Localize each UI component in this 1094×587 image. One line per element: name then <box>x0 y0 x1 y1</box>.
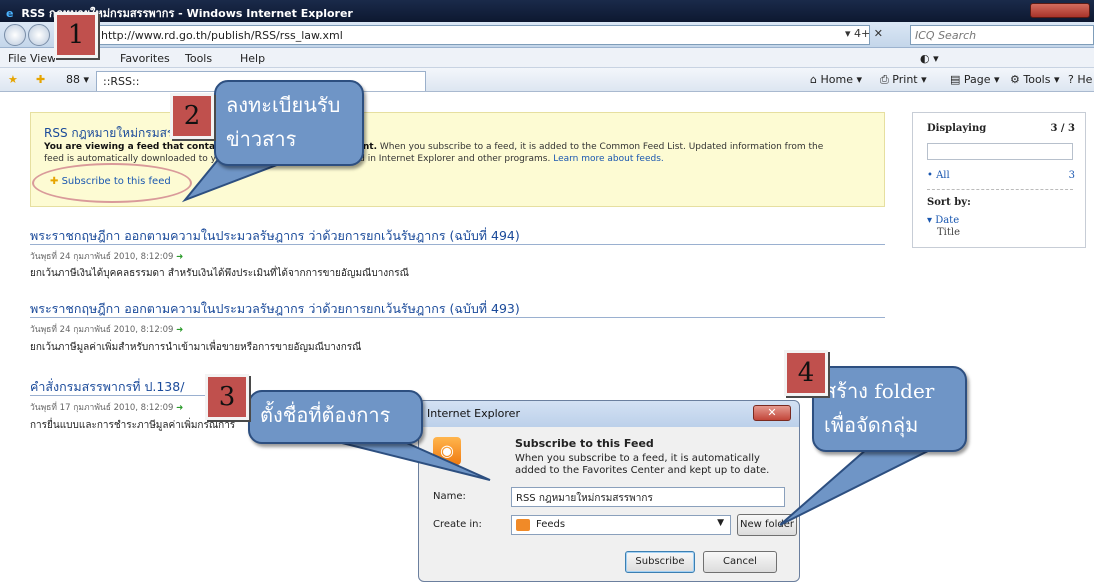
quick-tabs-button[interactable]: 88 ▾ <box>66 73 89 86</box>
cancel-button[interactable]: Cancel <box>703 551 777 573</box>
command-bar: ★ ✚ 88 ▾ ::RSS:: ⌂ Home ▾ ⎙ Print ▾ ▤ Pa… <box>0 68 1094 92</box>
article-divider <box>30 395 220 396</box>
new-folder-button[interactable]: New folder <box>737 514 797 536</box>
search-input[interactable]: ICQ Search <box>910 25 1094 45</box>
callout-2-line2: ข่าวสาร <box>226 127 297 151</box>
help-label: He <box>1077 73 1093 86</box>
step-number-3: 3 <box>205 374 249 420</box>
create-in-value: Feeds <box>536 519 566 530</box>
menu-tools[interactable]: Tools <box>185 52 212 65</box>
go-arrow-icon[interactable]: ➜ <box>176 252 183 262</box>
feeds-folder-icon <box>516 519 530 531</box>
callout-4-line2: เพื่อจัดกลุ่ม <box>824 413 919 437</box>
go-arrow-icon[interactable]: ➜ <box>176 325 183 335</box>
article-title[interactable]: พระราชกฤษฎีกา ออกตามความในประมวลรัษฎากร … <box>30 299 520 319</box>
article-date-text: วันพุธที่ 24 กุมภาพันธ์ 2010, 8:12:09 <box>30 325 174 335</box>
create-in-label: Create in: <box>433 519 482 530</box>
tools-label: Tools <box>1023 73 1051 86</box>
dialog-heading: Subscribe to this Feed <box>515 437 654 450</box>
go-arrow-icon[interactable]: ➜ <box>176 403 183 413</box>
feed-search-field[interactable] <box>927 143 1073 160</box>
minimize-icon[interactable] <box>1031 4 1047 17</box>
menu-view[interactable]: View <box>30 52 56 65</box>
menu-favorites[interactable]: Favorites <box>120 52 170 65</box>
ie-logo-icon: e <box>6 7 14 20</box>
feed-filter-panel: Displaying 3 / 3 • All 3 Sort by: ▾ Date… <box>912 112 1086 248</box>
article-date: วันพุธที่ 24 กุมภาพันธ์ 2010, 8:12:09 ➜ <box>30 322 183 336</box>
menu-help[interactable]: Help <box>240 52 265 65</box>
subscribe-button[interactable]: Subscribe <box>625 551 695 573</box>
help-button[interactable]: ? He <box>1068 73 1092 86</box>
caption-buttons[interactable] <box>1030 3 1090 18</box>
dialog-description: When you subscribe to a feed, it is auto… <box>515 453 770 476</box>
menu-file[interactable]: File <box>8 52 26 65</box>
step-number-4: 4 <box>784 350 828 396</box>
displaying-label: Displaying <box>927 123 987 134</box>
sort-by-label: Sort by: <box>927 197 971 208</box>
panel-divider <box>927 189 1073 190</box>
page-button[interactable]: ▤ Page ▾ <box>950 73 1000 86</box>
address-toolbar: http://www.rd.go.th/publish/RSS/rss_law.… <box>0 22 1094 48</box>
menu-bar: File View Favorites Tools Help ◐ ▾ <box>0 48 1094 68</box>
maximize-icon[interactable] <box>1047 4 1063 17</box>
article-title[interactable]: พระราชกฤษฎีกา ออกตามความในประมวลรัษฎากร … <box>30 226 520 246</box>
tools-button[interactable]: ⚙ Tools ▾ <box>1010 73 1060 86</box>
article-summary: ยกเว้นภาษีเงินได้บุคคลธรรมดา สำหรับเงินไ… <box>30 268 409 279</box>
displaying-count: 3 / 3 <box>1050 123 1075 134</box>
article-divider <box>30 244 885 245</box>
extension-icon[interactable]: ◐ ▾ <box>920 52 939 65</box>
add-favorite-icon[interactable]: ✚ <box>36 73 45 86</box>
page-label: Page <box>963 73 991 86</box>
step-number-1: 1 <box>54 12 98 58</box>
refresh-stop-icons[interactable]: ▾ 4+ ✕ <box>845 27 883 40</box>
sort-title-link[interactable]: Title <box>937 227 960 238</box>
favorites-star-icon[interactable]: ★ <box>8 73 18 86</box>
step-number-2: 2 <box>170 93 214 139</box>
feed-description: You are viewing a feed that contains fre… <box>44 141 844 165</box>
article-summary: ยกเว้นภาษีมูลค่าเพิ่มสำหรับการนำเข้ามาเพ… <box>30 342 362 353</box>
print-button[interactable]: ⎙ Print ▾ <box>880 73 927 87</box>
rss-icon: ◉ <box>433 437 461 465</box>
callout-3-text: ตั้งชื่อที่ต้องการ <box>260 403 391 427</box>
callout-register: ลงทะเบียนรับ ข่าวสาร <box>214 80 364 166</box>
subscribe-highlight-ellipse <box>32 163 192 203</box>
home-button[interactable]: ⌂ Home ▾ <box>810 73 862 86</box>
callout-create-folder: สร้าง folder เพื่อจัดกลุ่ม <box>812 366 967 452</box>
close-icon[interactable] <box>1063 4 1079 17</box>
callout-4-line1: สร้าง folder <box>824 379 935 403</box>
article-title[interactable]: คำสั่งกรมสรรพากรที่ ป.138/ <box>30 377 184 397</box>
callout-2-line1: ลงทะเบียนรับ <box>226 93 341 117</box>
create-in-select[interactable]: Feeds ▼ <box>511 515 731 535</box>
home-label: Home <box>820 73 853 86</box>
tab-label: ::RSS:: <box>103 75 140 88</box>
article-date: วันพุธที่ 17 กุมภาพันธ์ 2010, 8:12:09 ➜ <box>30 400 183 414</box>
window-title-bar: e RSS กฎหมายใหม่กรมสรรพากร - Windows Int… <box>0 0 1094 22</box>
name-label: Name: <box>433 491 466 502</box>
back-button[interactable] <box>4 24 26 46</box>
learn-more-link[interactable]: Learn more about feeds. <box>553 154 664 164</box>
article-divider <box>30 317 885 318</box>
feed-name-input[interactable]: RSS กฎหมายใหม่กรมสรรพากร <box>511 487 785 507</box>
callout-set-name: ตั้งชื่อที่ต้องการ <box>248 390 423 444</box>
chevron-down-icon: ▼ <box>717 518 724 528</box>
address-input[interactable]: http://www.rd.go.th/publish/RSS/rss_law.… <box>80 25 870 45</box>
forward-button[interactable] <box>28 24 50 46</box>
article-date-text: วันพุธที่ 24 กุมภาพันธ์ 2010, 8:12:09 <box>30 252 174 262</box>
subscribe-dialog: Internet Explorer ✕ ◉ Subscribe to this … <box>418 400 800 582</box>
dialog-close-button[interactable]: ✕ <box>753 405 791 421</box>
print-label: Print <box>892 73 918 86</box>
article-date: วันพุธที่ 24 กุมภาพันธ์ 2010, 8:12:09 ➜ <box>30 249 183 263</box>
article-date-text: วันพุธที่ 17 กุมภาพันธ์ 2010, 8:12:09 <box>30 403 174 413</box>
filter-all-link[interactable]: • All <box>927 170 950 181</box>
article-summary: การยื่นแบบและการชำระภาษีมูลค่าเพิ่มกรณีก… <box>30 420 236 431</box>
filter-all-count: 3 <box>1068 170 1075 181</box>
sort-date-link[interactable]: ▾ Date <box>927 215 959 226</box>
dialog-title: Internet Explorer <box>427 407 520 420</box>
